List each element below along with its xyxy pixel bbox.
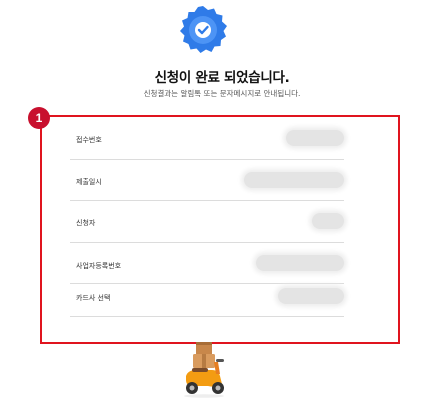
verified-badge-icon (177, 4, 229, 56)
highlight-box (40, 115, 400, 344)
annotation-marker: 1 (28, 107, 50, 129)
page-title: 신청이 완료 되었습니다. (154, 70, 290, 86)
application-complete-page: 신청이 완료 되었습니다. 신청결과는 알림톡 또는 문자메시지로 안내됩니다.… (0, 0, 444, 402)
delivery-scooter-icon (178, 340, 230, 398)
page-subtitle: 신청결과는 알림톡 또는 문자메시지로 안내됩니다. (143, 89, 301, 98)
